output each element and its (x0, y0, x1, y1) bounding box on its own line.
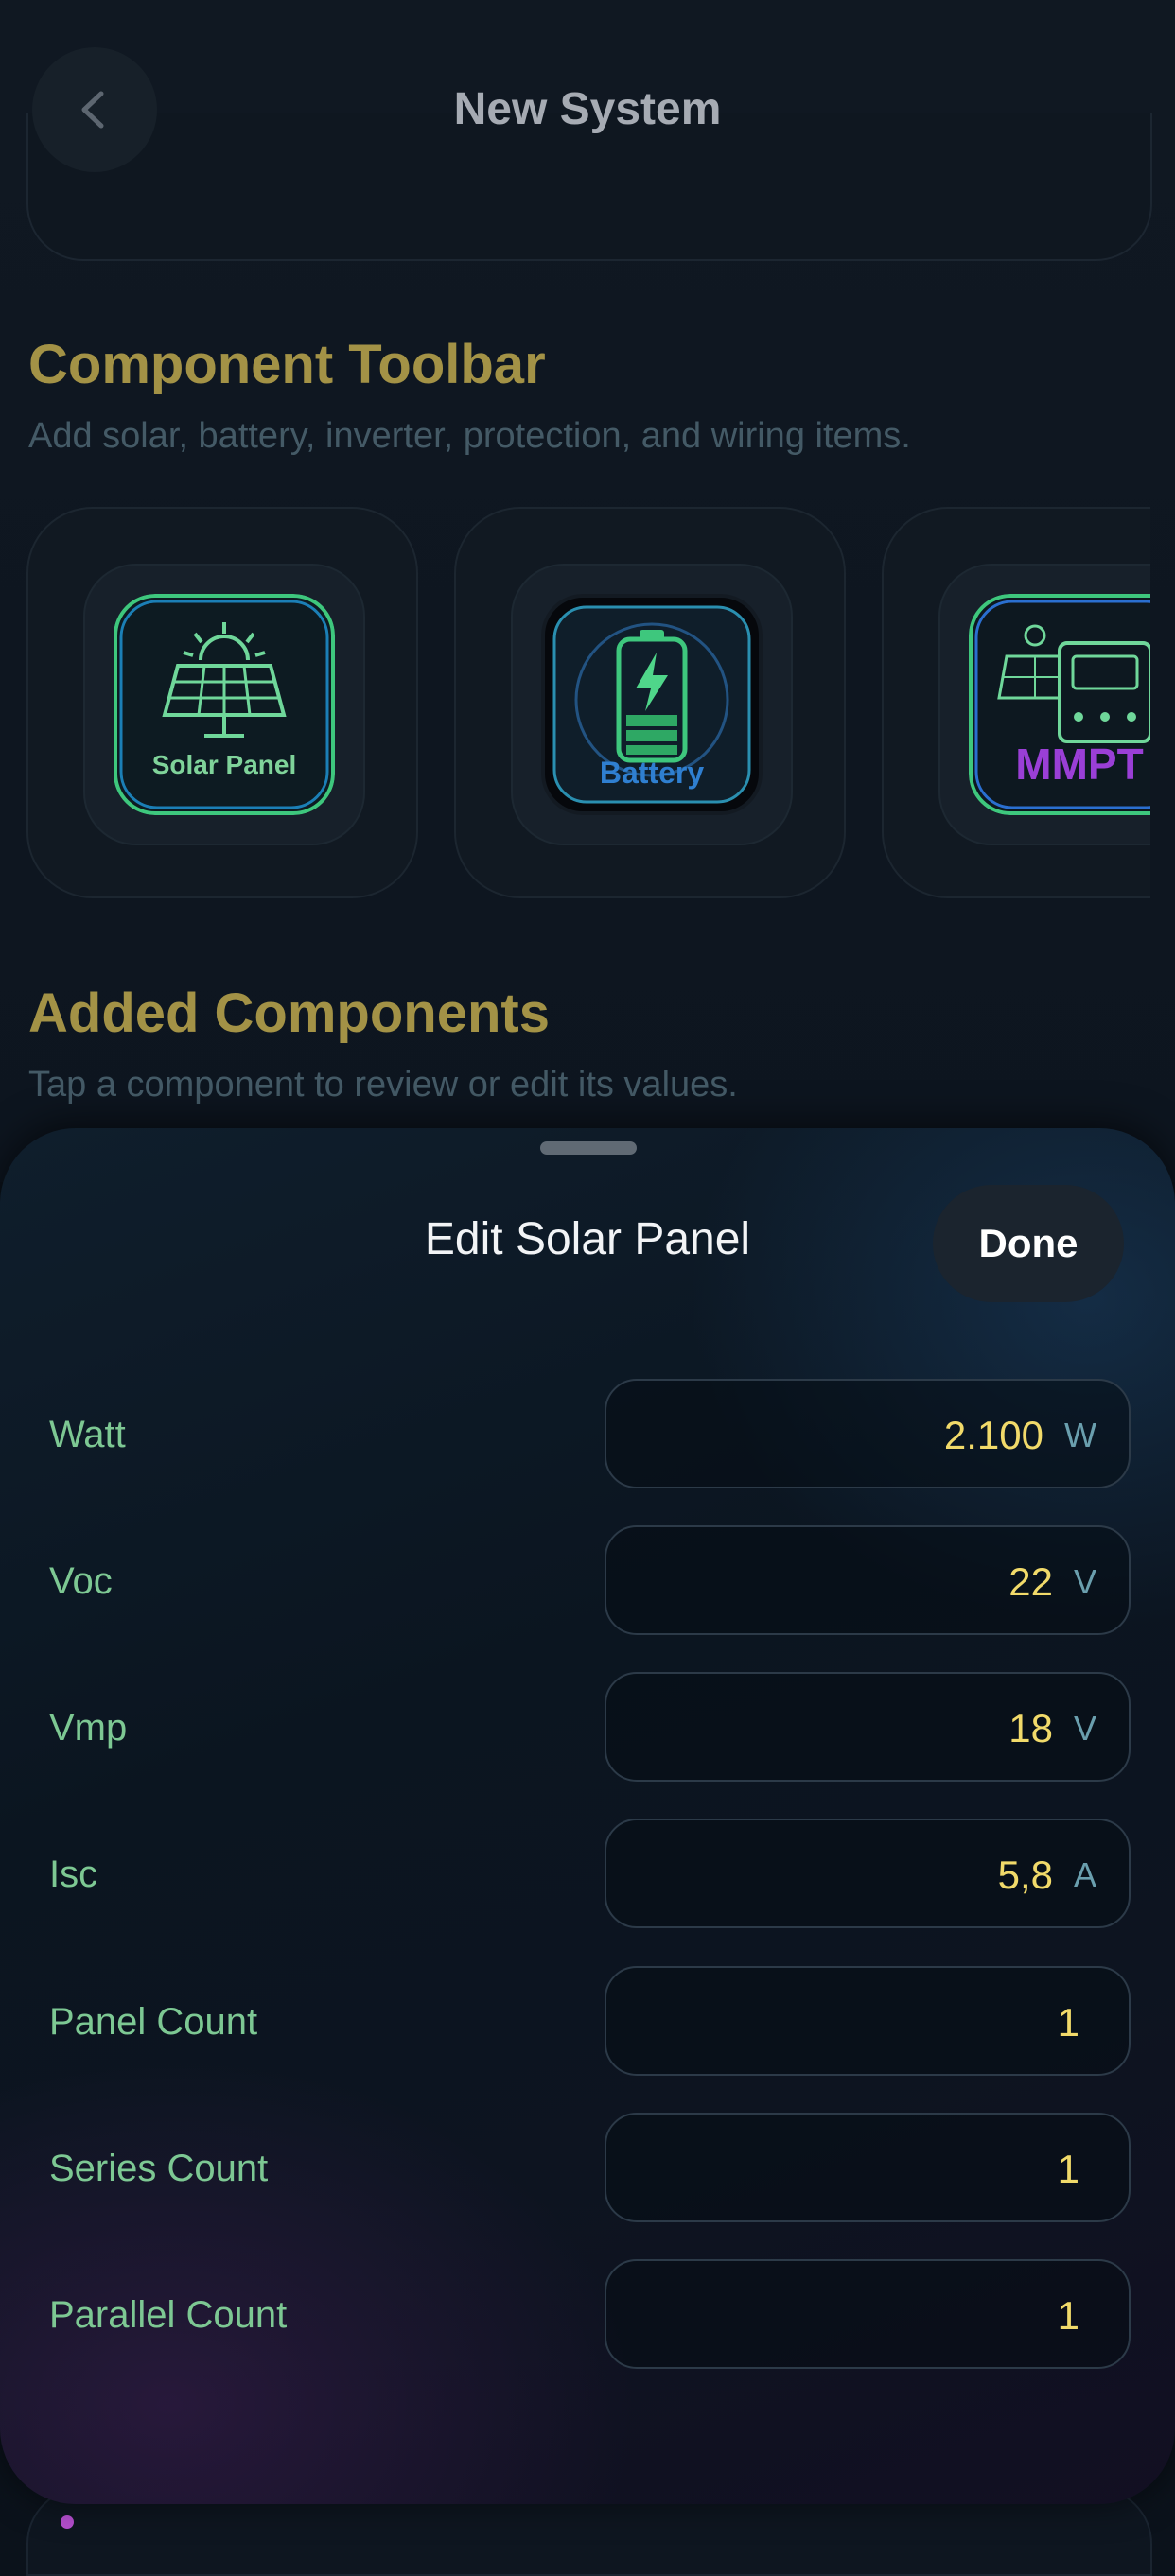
battery-label: Battery (600, 756, 704, 790)
component-toolbar[interactable]: Solar Panel Battery MMPT (26, 507, 1150, 900)
component-toolbar-title: Component Toolbar (28, 334, 546, 395)
voc-unit: V (1073, 1562, 1096, 1601)
field-label-series-count: Series Count (49, 2148, 269, 2189)
mmpt-label: MMPT (1015, 740, 1143, 789)
isc-input[interactable]: 5,8 A (605, 1819, 1131, 1928)
toolbar-item-mmpt[interactable]: MMPT (882, 507, 1150, 898)
tile-inner: Solar Panel (83, 564, 365, 845)
field-row-voc: Voc 22 V (0, 1525, 1175, 1637)
series-count-value: 1 (1057, 2147, 1079, 2191)
toolbar-item-solar-panel[interactable]: Solar Panel (26, 507, 418, 898)
series-count-input[interactable]: 1 (605, 2113, 1131, 2222)
vmp-value: 18 (1008, 1706, 1053, 1750)
panel-count-value: 1 (1057, 2000, 1079, 2045)
panel-count-input[interactable]: 1 (605, 1966, 1131, 2076)
field-row-parallel-count: Parallel Count 1 (0, 2259, 1175, 2371)
vmp-unit: V (1073, 1709, 1096, 1748)
field-label-panel-count: Panel Count (49, 2001, 258, 2043)
sheet-grabber[interactable] (540, 1141, 637, 1155)
status-dot (61, 2515, 74, 2529)
solar-panel-label: Solar Panel (152, 750, 297, 779)
isc-unit: A (1073, 1855, 1096, 1894)
field-label-voc: Voc (49, 1560, 113, 1602)
field-label-vmp: Vmp (49, 1707, 128, 1749)
field-row-isc: Isc 5,8 A (0, 1819, 1175, 1930)
added-components-title: Added Components (28, 983, 550, 1044)
page-title: New System (453, 84, 722, 134)
isc-value: 5,8 (997, 1853, 1053, 1897)
tile-inner: Battery (511, 564, 793, 845)
watt-input[interactable]: 2.100 W (605, 1379, 1131, 1488)
parallel-count-value: 1 (1057, 2293, 1079, 2338)
battery-icon: Battery (541, 594, 763, 815)
edit-sheet: Edit Solar Panel Done Watt 2.100 W Voc 2… (0, 1128, 1175, 2504)
vmp-input[interactable]: 18 V (605, 1672, 1131, 1782)
field-label-isc: Isc (49, 1854, 98, 1895)
previous-section-card (26, 113, 1152, 261)
mppt-controller-icon: MMPT (969, 594, 1150, 815)
watt-unit: W (1064, 1416, 1096, 1454)
toolbar-item-battery[interactable]: Battery (454, 507, 846, 898)
watt-value: 2.100 (943, 1413, 1043, 1457)
tile-inner: MMPT (938, 564, 1150, 845)
voc-value: 22 (1008, 1559, 1053, 1604)
added-components-subtitle: Tap a component to review or edit its va… (28, 1065, 738, 1105)
parallel-count-input[interactable]: 1 (605, 2259, 1131, 2369)
component-toolbar-subtitle: Add solar, battery, inverter, protection… (28, 416, 911, 456)
field-row-series-count: Series Count 1 (0, 2113, 1175, 2224)
field-row-panel-count: Panel Count 1 (0, 1966, 1175, 2078)
field-label-watt: Watt (49, 1414, 126, 1455)
solar-panel-icon: Solar Panel (114, 594, 335, 815)
field-label-parallel-count: Parallel Count (49, 2294, 288, 2336)
voc-input[interactable]: 22 V (605, 1525, 1131, 1635)
field-row-vmp: Vmp 18 V (0, 1672, 1175, 1784)
done-button[interactable]: Done (933, 1185, 1124, 1302)
field-row-watt: Watt 2.100 W (0, 1379, 1175, 1490)
